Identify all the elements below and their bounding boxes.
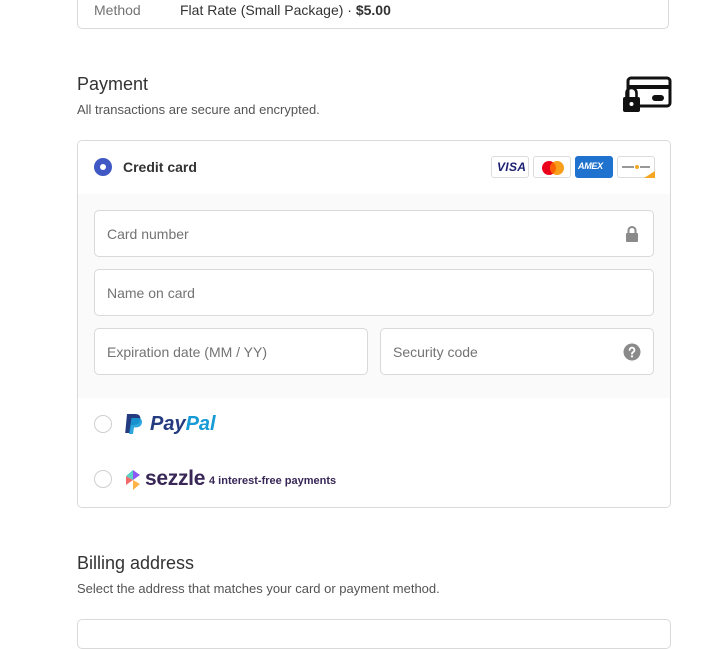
paypal-pay: Pay <box>150 413 186 435</box>
name-on-card-placeholder: Name on card <box>107 285 195 301</box>
payment-subtitle: All transactions are secure and encrypte… <box>77 102 320 117</box>
expiration-date-field[interactable]: Expiration date (MM / YY) <box>94 328 368 375</box>
name-on-card-field[interactable]: Name on card <box>94 269 654 316</box>
billing-title: Billing address <box>77 553 195 573</box>
mastercard-logo <box>533 156 571 178</box>
generic-card-icon <box>622 165 655 178</box>
sezzle-tagline: 4 interest-free payments <box>209 475 337 487</box>
security-code-field[interactable]: Security code <box>380 328 654 375</box>
amex-logo: AMEX <box>575 156 613 178</box>
payment-methods: Credit card VISA AMEX Card number Name o… <box>77 140 671 508</box>
paypal-pal: Pal <box>185 413 216 435</box>
shipping-method-summary: Method Flat Rate (Small Package) · $5.00 <box>77 0 669 29</box>
sezzle-wordmark: sezzle <box>145 467 206 490</box>
lock-icon <box>626 226 638 242</box>
credit-card-radio[interactable] <box>94 158 112 176</box>
method-price: $5.00 <box>355 2 391 18</box>
payment-title: Payment <box>77 74 149 94</box>
credit-card-label: Credit card <box>123 159 197 175</box>
paypal-radio[interactable] <box>94 415 112 433</box>
visa-logo: VISA <box>491 156 529 178</box>
method-label: Method <box>94 2 141 18</box>
credit-card-fields: Card number Name on card Expiration date… <box>78 194 670 399</box>
credit-card-option[interactable]: Credit card VISA AMEX <box>78 141 670 195</box>
secure-card-icon <box>623 76 672 112</box>
visa-text: VISA <box>497 160 527 174</box>
billing-address-options[interactable] <box>77 619 671 649</box>
paypal-p-icon <box>125 414 143 434</box>
sezzle-logo-icon <box>126 470 140 490</box>
mastercard-circles-icon <box>542 161 564 175</box>
help-icon[interactable] <box>623 343 641 361</box>
sezzle-option[interactable]: sezzle 4 interest-free payments <box>78 453 670 507</box>
paypal-option[interactable]: PayPal <box>78 398 670 454</box>
billing-subtitle: Select the address that matches your car… <box>77 581 440 596</box>
paypal-wordmark: PayPal <box>150 413 216 436</box>
method-value: Flat Rate (Small Package) · $5.00 <box>180 2 391 18</box>
amex-text: AMEX <box>578 161 603 171</box>
expiration-date-placeholder: Expiration date (MM / YY) <box>107 344 268 360</box>
card-number-placeholder: Card number <box>107 226 189 242</box>
card-number-field[interactable]: Card number <box>94 210 654 257</box>
security-code-placeholder: Security code <box>393 344 478 360</box>
method-name: Flat Rate (Small Package) · <box>180 2 356 18</box>
generic-card-logo <box>617 156 655 178</box>
sezzle-radio[interactable] <box>94 470 112 488</box>
